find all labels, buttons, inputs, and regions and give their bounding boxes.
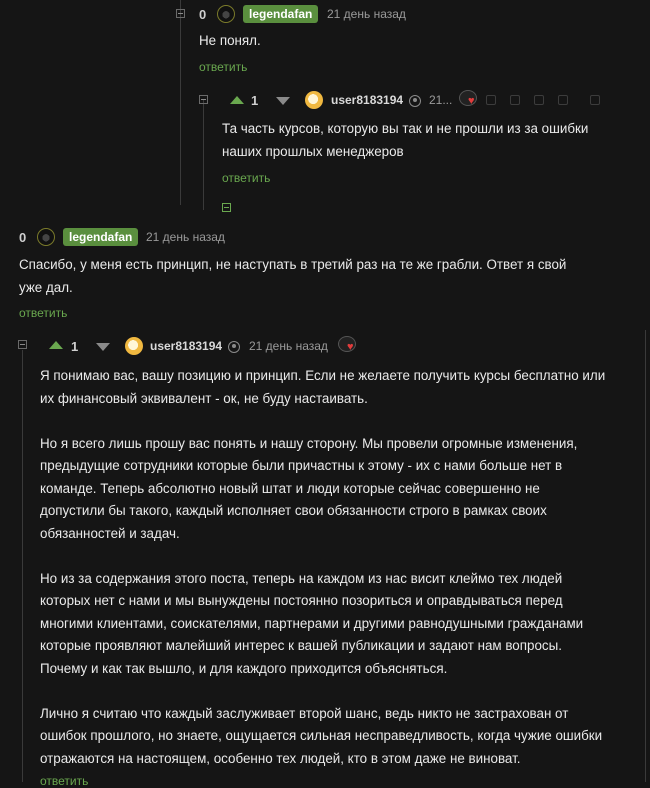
downvote-icon[interactable] (276, 97, 290, 105)
upvote-icon[interactable] (230, 96, 244, 104)
reply-link[interactable]: ответить (19, 306, 67, 320)
comment-text: Спасибо, у меня есть принцип, не наступа… (19, 254, 566, 299)
report-icon[interactable] (590, 95, 600, 105)
thread-line (645, 330, 646, 782)
comment-time[interactable]: 21 день назад (146, 230, 225, 244)
reply-link[interactable]: ответить (199, 60, 247, 74)
user-icon (409, 95, 421, 107)
comment-rating: 1 (71, 339, 79, 354)
comment-text-line: Но я всего лишь прошу вас понять и нашу … (40, 435, 578, 451)
comment-text-line: которых нет с нами и мы вынуждены постоя… (40, 593, 563, 608)
comment-text-line: которые проявляют малейший интерес к ваш… (40, 638, 562, 653)
comment-text-line: Не понял. (199, 33, 261, 48)
link-icon[interactable] (534, 95, 544, 105)
edit-icon[interactable] (486, 95, 496, 105)
award-icon[interactable]: ♥ (338, 336, 360, 354)
comment-text: Я понимаю вас, вашу позицию и принцип. Е… (40, 365, 605, 770)
comment-text-line: предыдущие сотрудники которые были прича… (40, 458, 563, 473)
save-icon[interactable] (510, 95, 520, 105)
comment-text-line: наших прошлых менеджеров (222, 143, 404, 159)
comment-text-line: допустили бы такого, каждый исполняет св… (40, 503, 547, 518)
comment-rating: 1 (251, 93, 259, 108)
comment-text: Не понял. (199, 30, 261, 53)
comment-text-line: Спасибо, у меня есть принцип, не наступа… (19, 257, 567, 272)
avatar[interactable] (125, 337, 143, 355)
thread-line (180, 0, 181, 205)
thread-line (203, 100, 204, 210)
expand-toggle[interactable] (222, 203, 231, 212)
thread-line (22, 350, 23, 782)
collapse-toggle[interactable] (199, 95, 208, 104)
comment-text-line: Но из за содержания этого поста, теперь … (40, 570, 563, 586)
comment-time[interactable]: 21 день назад (327, 7, 406, 21)
comment-time[interactable]: 21 день назад (249, 339, 328, 353)
comment-text-line: Я понимаю вас, вашу позицию и принцип. Е… (40, 368, 606, 383)
comment-text-line: Почему и как так вышло, и для каждого пр… (40, 660, 448, 676)
reply-link[interactable]: ответить (222, 171, 270, 185)
comment-text-line: команде. Теперь абсолютно новый штат и л… (40, 480, 540, 496)
author-badge[interactable]: legendafan (243, 5, 319, 23)
avatar[interactable] (217, 5, 235, 23)
comment-time[interactable]: 21... (429, 93, 452, 107)
comment-text-line: уже дал. (19, 279, 73, 295)
comment-text-line: многими клиентами, соискателями, партнер… (40, 615, 584, 631)
comment-text-line: отражаются на настоящем, особенно тех лю… (40, 750, 521, 766)
avatar[interactable] (37, 228, 55, 246)
user-icon (228, 341, 240, 353)
collapse-toggle[interactable] (176, 9, 185, 18)
comment-text-line: обязанностей и задач. (40, 525, 180, 541)
award-icon[interactable]: ♥ (459, 90, 481, 108)
reply-link[interactable]: ответить (40, 774, 88, 788)
author-badge[interactable]: legendafan (63, 228, 139, 246)
collapse-toggle[interactable] (18, 340, 27, 349)
avatar[interactable] (305, 91, 323, 109)
author-name[interactable]: user8183194 (150, 339, 222, 353)
comment-text-line: Лично я считаю что каждый заслуживает вт… (40, 705, 569, 721)
upvote-icon[interactable] (49, 341, 63, 349)
comment-rating: 0 (19, 230, 27, 245)
comment-rating: 0 (199, 7, 207, 22)
comment-text-line: Та часть курсов, которую вы так и не про… (222, 121, 589, 136)
share-icon[interactable] (558, 95, 568, 105)
comment-text: Та часть курсов, которую вы так и не про… (222, 118, 588, 163)
downvote-icon[interactable] (96, 343, 110, 351)
comment-text-line: их финансовый эквивалент - ок, не буду н… (40, 390, 368, 406)
author-name[interactable]: user8183194 (331, 93, 403, 107)
comment-text-line: ошибок прошлого, но знаете, ощущается си… (40, 728, 603, 743)
